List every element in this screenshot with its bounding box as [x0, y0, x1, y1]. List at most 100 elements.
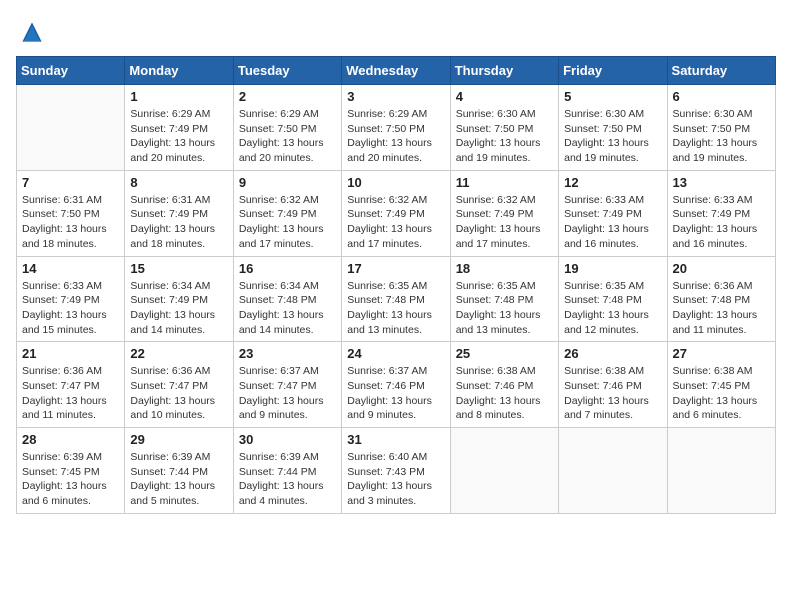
day-number: 3 — [347, 89, 444, 104]
calendar-cell: 29 Sunrise: 6:39 AMSunset: 7:44 PMDayligh… — [125, 428, 233, 514]
calendar-cell: 26 Sunrise: 6:38 AMSunset: 7:46 PMDayligh… — [559, 342, 667, 428]
calendar-cell: 27 Sunrise: 6:38 AMSunset: 7:45 PMDayligh… — [667, 342, 775, 428]
day-info: Sunrise: 6:29 AMSunset: 7:50 PMDaylight:… — [239, 107, 336, 166]
calendar-cell: 21 Sunrise: 6:36 AMSunset: 7:47 PMDayligh… — [17, 342, 125, 428]
calendar-cell — [667, 428, 775, 514]
logo-icon — [16, 16, 48, 48]
day-info: Sunrise: 6:29 AMSunset: 7:50 PMDaylight:… — [347, 107, 444, 166]
day-number: 6 — [673, 89, 770, 104]
calendar-cell: 12 Sunrise: 6:33 AMSunset: 7:49 PMDayligh… — [559, 170, 667, 256]
day-number: 19 — [564, 261, 661, 276]
week-row-3: 14 Sunrise: 6:33 AMSunset: 7:49 PMDayligh… — [17, 256, 776, 342]
day-info: Sunrise: 6:30 AMSunset: 7:50 PMDaylight:… — [456, 107, 553, 166]
day-info: Sunrise: 6:37 AMSunset: 7:47 PMDaylight:… — [239, 364, 336, 423]
page-header — [16, 16, 776, 48]
weekday-header-friday: Friday — [559, 57, 667, 85]
weekday-header-saturday: Saturday — [667, 57, 775, 85]
calendar-cell: 31 Sunrise: 6:40 AMSunset: 7:43 PMDayligh… — [342, 428, 450, 514]
calendar-cell: 7 Sunrise: 6:31 AMSunset: 7:50 PMDaylight… — [17, 170, 125, 256]
day-number: 22 — [130, 346, 227, 361]
day-number: 21 — [22, 346, 119, 361]
calendar-cell: 25 Sunrise: 6:38 AMSunset: 7:46 PMDayligh… — [450, 342, 558, 428]
day-number: 28 — [22, 432, 119, 447]
calendar-cell: 17 Sunrise: 6:35 AMSunset: 7:48 PMDayligh… — [342, 256, 450, 342]
day-info: Sunrise: 6:34 AMSunset: 7:49 PMDaylight:… — [130, 279, 227, 338]
day-number: 10 — [347, 175, 444, 190]
day-info: Sunrise: 6:30 AMSunset: 7:50 PMDaylight:… — [564, 107, 661, 166]
day-number: 12 — [564, 175, 661, 190]
calendar-cell: 6 Sunrise: 6:30 AMSunset: 7:50 PMDaylight… — [667, 85, 775, 171]
day-info: Sunrise: 6:31 AMSunset: 7:49 PMDaylight:… — [130, 193, 227, 252]
calendar-cell: 16Sunrise: 6:34 AMSunset: 7:48 PMDayligh… — [233, 256, 341, 342]
day-info: Sunrise: 6:36 AMSunset: 7:47 PMDaylight:… — [130, 364, 227, 423]
week-row-5: 28 Sunrise: 6:39 AMSunset: 7:45 PMDayligh… — [17, 428, 776, 514]
day-number: 25 — [456, 346, 553, 361]
calendar-cell: 5 Sunrise: 6:30 AMSunset: 7:50 PMDaylight… — [559, 85, 667, 171]
day-number: 23 — [239, 346, 336, 361]
day-number: 1 — [130, 89, 227, 104]
calendar-table: SundayMondayTuesdayWednesdayThursdayFrid… — [16, 56, 776, 514]
day-info: Sunrise: 6:36 AMSunset: 7:48 PMDaylight:… — [673, 279, 770, 338]
day-info: Sunrise: 6:35 AMSunset: 7:48 PMDaylight:… — [456, 279, 553, 338]
day-number: 13 — [673, 175, 770, 190]
day-info: Sunrise: 6:39 AMSunset: 7:44 PMDaylight:… — [130, 450, 227, 509]
day-info: Sunrise: 6:30 AMSunset: 7:50 PMDaylight:… — [673, 107, 770, 166]
calendar-cell: 1 Sunrise: 6:29 AMSunset: 7:49 PMDaylight… — [125, 85, 233, 171]
day-info: Sunrise: 6:32 AMSunset: 7:49 PMDaylight:… — [239, 193, 336, 252]
day-number: 5 — [564, 89, 661, 104]
day-info: Sunrise: 6:33 AMSunset: 7:49 PMDaylight:… — [673, 193, 770, 252]
calendar-cell: 10 Sunrise: 6:32 AMSunset: 7:49 PMDayligh… — [342, 170, 450, 256]
day-info: Sunrise: 6:33 AMSunset: 7:49 PMDaylight:… — [22, 279, 119, 338]
day-number: 8 — [130, 175, 227, 190]
day-number: 17 — [347, 261, 444, 276]
day-info: Sunrise: 6:38 AMSunset: 7:45 PMDaylight:… — [673, 364, 770, 423]
day-number: 2 — [239, 89, 336, 104]
calendar-cell: 20Sunrise: 6:36 AMSunset: 7:48 PMDayligh… — [667, 256, 775, 342]
weekday-header-monday: Monday — [125, 57, 233, 85]
day-info: Sunrise: 6:29 AMSunset: 7:49 PMDaylight:… — [130, 107, 227, 166]
day-info: Sunrise: 6:34 AMSunset: 7:48 PMDaylight:… — [239, 279, 336, 338]
calendar-cell — [450, 428, 558, 514]
calendar-cell: 3 Sunrise: 6:29 AMSunset: 7:50 PMDaylight… — [342, 85, 450, 171]
calendar-cell: 30 Sunrise: 6:39 AMSunset: 7:44 PMDayligh… — [233, 428, 341, 514]
day-number: 14 — [22, 261, 119, 276]
day-info: Sunrise: 6:32 AMSunset: 7:49 PMDaylight:… — [456, 193, 553, 252]
calendar-cell: 15Sunrise: 6:34 AMSunset: 7:49 PMDayligh… — [125, 256, 233, 342]
weekday-header-row: SundayMondayTuesdayWednesdayThursdayFrid… — [17, 57, 776, 85]
calendar-cell: 8 Sunrise: 6:31 AMSunset: 7:49 PMDaylight… — [125, 170, 233, 256]
day-info: Sunrise: 6:32 AMSunset: 7:49 PMDaylight:… — [347, 193, 444, 252]
day-number: 29 — [130, 432, 227, 447]
day-info: Sunrise: 6:39 AMSunset: 7:45 PMDaylight:… — [22, 450, 119, 509]
day-number: 31 — [347, 432, 444, 447]
day-number: 27 — [673, 346, 770, 361]
calendar-cell: 2 Sunrise: 6:29 AMSunset: 7:50 PMDaylight… — [233, 85, 341, 171]
day-number: 30 — [239, 432, 336, 447]
calendar-cell: 19 Sunrise: 6:35 AMSunset: 7:48 PMDayligh… — [559, 256, 667, 342]
day-number: 4 — [456, 89, 553, 104]
day-info: Sunrise: 6:38 AMSunset: 7:46 PMDaylight:… — [456, 364, 553, 423]
weekday-header-thursday: Thursday — [450, 57, 558, 85]
day-number: 7 — [22, 175, 119, 190]
day-info: Sunrise: 6:37 AMSunset: 7:46 PMDaylight:… — [347, 364, 444, 423]
day-info: Sunrise: 6:33 AMSunset: 7:49 PMDaylight:… — [564, 193, 661, 252]
calendar-cell: 13 Sunrise: 6:33 AMSunset: 7:49 PMDayligh… — [667, 170, 775, 256]
calendar-cell: 18 Sunrise: 6:35 AMSunset: 7:48 PMDayligh… — [450, 256, 558, 342]
day-info: Sunrise: 6:38 AMSunset: 7:46 PMDaylight:… — [564, 364, 661, 423]
calendar-cell: 28 Sunrise: 6:39 AMSunset: 7:45 PMDayligh… — [17, 428, 125, 514]
day-number: 18 — [456, 261, 553, 276]
day-info: Sunrise: 6:39 AMSunset: 7:44 PMDaylight:… — [239, 450, 336, 509]
weekday-header-tuesday: Tuesday — [233, 57, 341, 85]
logo — [16, 16, 54, 48]
day-info: Sunrise: 6:31 AMSunset: 7:50 PMDaylight:… — [22, 193, 119, 252]
day-info: Sunrise: 6:35 AMSunset: 7:48 PMDaylight:… — [347, 279, 444, 338]
day-number: 9 — [239, 175, 336, 190]
day-info: Sunrise: 6:36 AMSunset: 7:47 PMDaylight:… — [22, 364, 119, 423]
calendar-cell: 9 Sunrise: 6:32 AMSunset: 7:49 PMDaylight… — [233, 170, 341, 256]
day-info: Sunrise: 6:35 AMSunset: 7:48 PMDaylight:… — [564, 279, 661, 338]
calendar-cell — [17, 85, 125, 171]
day-number: 26 — [564, 346, 661, 361]
weekday-header-wednesday: Wednesday — [342, 57, 450, 85]
day-info: Sunrise: 6:40 AMSunset: 7:43 PMDaylight:… — [347, 450, 444, 509]
week-row-2: 7 Sunrise: 6:31 AMSunset: 7:50 PMDaylight… — [17, 170, 776, 256]
calendar-cell: 14 Sunrise: 6:33 AMSunset: 7:49 PMDayligh… — [17, 256, 125, 342]
